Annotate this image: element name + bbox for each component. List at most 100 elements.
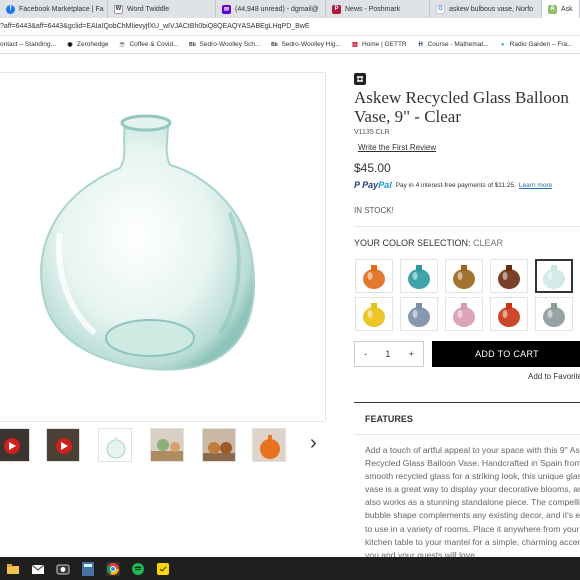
add-to-favorites-link[interactable]: Add to Favorites [528,372,580,381]
bookmark-item[interactable]: ◉ Zerohedge [66,41,108,49]
zerohedge-icon: ◉ [67,42,73,48]
bookmark-item[interactable]: H Course - Mathemat... [417,41,489,49]
quantity-decrease-button[interactable]: - [364,349,367,359]
vase-swatch-icon [543,265,565,289]
vase-swatch-icon [363,303,385,327]
color-swatch[interactable] [445,259,483,293]
divider [354,402,580,403]
tab-facebook[interactable]: f Facebook Marketplace | Fa ✕ [0,0,108,18]
bookmark-label: ontact – Standing... [0,41,57,48]
add-to-cart-button[interactable]: ADD TO CART [432,341,580,367]
tab-word-twiddle[interactable]: W Word Twiddle [108,0,216,18]
color-swatch[interactable] [355,297,393,331]
color-swatch[interactable] [490,259,528,293]
course-icon: H [418,41,423,48]
bookmark-label: Radio Garden – Fra... [509,41,573,48]
bookmark-item[interactable]: Bb Sedro-Woolley Hig... [270,41,341,49]
color-selection: YOUR COLOR SELECTION: CLEAR [354,238,503,248]
thumbnail-image[interactable] [150,428,184,462]
sticky-notes-icon[interactable] [156,562,170,576]
tab-google-search[interactable]: G askew bulbous vase, Norfo [430,0,542,18]
chrome-icon[interactable] [106,561,120,576]
room-thumbnail [151,429,183,461]
color-selection-value: CLEAR [473,238,504,248]
paypal-learn-more-link[interactable]: Learn more [519,182,552,189]
thumbnail-image[interactable] [98,428,132,462]
quantity-increase-button[interactable]: + [409,349,414,359]
file-explorer-icon[interactable] [6,562,20,576]
tab-active[interactable]: A Ask [542,0,580,18]
play-icon [0,429,29,461]
vase-swatch-icon [453,265,475,289]
mail-icon: ✉ [222,4,231,14]
vase-swatch-icon [408,265,430,289]
bookmark-label: Course - Mathemat... [427,41,489,48]
quantity-value[interactable]: 1 [385,349,390,359]
gettr-icon: ▥ [352,42,358,48]
bookmark-label: Sedro-Woolley Hig... [281,41,341,48]
school-icon: Bb [189,41,196,48]
vase-swatch-icon [498,265,520,289]
mail-app-icon[interactable] [31,562,45,576]
bookmark-label: Home | GETTR [361,41,407,48]
tab-label: (44,948 unread) - dgmail@ [235,5,319,13]
bookmark-item[interactable]: Bb Sedro-Woolley Sch... [189,41,260,49]
play-icon [47,429,79,461]
vase-swatch-icon [498,303,520,327]
thumbnail-video[interactable] [46,428,80,462]
vase-image [40,114,256,371]
paypal-installments: P PayPal Pay in 4 interest-free payments… [354,180,552,190]
bookmark-item[interactable]: ▥ Home | GETTR [351,41,407,49]
bookmarks-bar: ontact – Standing... ◉ Zerohedge ☕ Coffee … [0,36,580,54]
school-icon: Bb [271,41,278,48]
thumbnail-image[interactable] [252,428,286,462]
camera-icon[interactable] [56,562,70,576]
color-swatch[interactable] [355,259,393,293]
product-main-image[interactable] [0,72,326,422]
product-price: $45.00 [354,161,391,175]
tab-poshmark[interactable]: P News - Poshmark [326,0,430,18]
stock-status: IN STOCK! [354,206,394,215]
write-review-link[interactable]: Write the First Review [358,143,436,152]
tab-label: Word Twiddle [127,5,170,13]
color-swatch[interactable] [400,297,438,331]
poshmark-icon: P [332,4,341,14]
bookmark-item[interactable]: ● Radio Garden – Fra... [499,41,573,49]
vase-swatch-icon [408,303,430,327]
bookmark-label: Coffee & Covid... [129,41,179,48]
google-icon: G [436,4,445,14]
room-thumbnail [253,429,285,461]
quantity-stepper: - 1 + [354,341,424,367]
site-icon: A [548,4,557,14]
vase-swatch-icon [363,265,385,289]
product-title: Askew Recycled Glass Balloon Vase, 9" - … [354,88,580,126]
spotify-icon[interactable] [131,562,145,576]
features-heading[interactable]: FEATURES [365,414,413,424]
thumbnail-strip: › [0,428,330,466]
brand-logo-icon [354,73,366,85]
tab-label: askew bulbous vase, Norfo [449,5,534,13]
color-swatch[interactable] [535,259,573,293]
room-thumbnail [203,429,235,461]
bookmark-item[interactable]: ontact – Standing... [0,41,56,48]
facebook-icon: f [6,4,15,14]
calculator-icon[interactable] [81,561,95,576]
vase-thumbnail [106,437,126,459]
color-swatch[interactable] [490,297,528,331]
product-title-line: Vase, 9" - Clear [354,107,462,126]
bookmark-item[interactable]: ☕ Coffee & Covid... [118,41,179,49]
color-selection-label: YOUR COLOR SELECTION: [354,238,471,248]
thumbnail-image[interactable] [202,428,236,462]
tab-mail[interactable]: ✉ (44,948 unread) - dgmail@ [216,0,326,18]
url-text: ?aff=6443&aff=6443&gclid=EAIaIQobChMIiev… [0,23,310,30]
thumbnail-video[interactable] [0,428,30,462]
color-swatch[interactable] [400,259,438,293]
color-swatch[interactable] [445,297,483,331]
word-twiddle-icon: W [114,4,123,14]
vase-swatch-icon [543,303,565,327]
color-swatch[interactable] [535,297,573,331]
gallery-next-arrow[interactable]: › [310,432,317,455]
address-bar[interactable]: ?aff=6443&aff=6443&gclid=EAIaIQobChMIiev… [0,18,580,36]
product-description: Add a touch of artful appeal to your spa… [365,445,580,560]
product-sku: V1135 CLR [354,129,390,136]
